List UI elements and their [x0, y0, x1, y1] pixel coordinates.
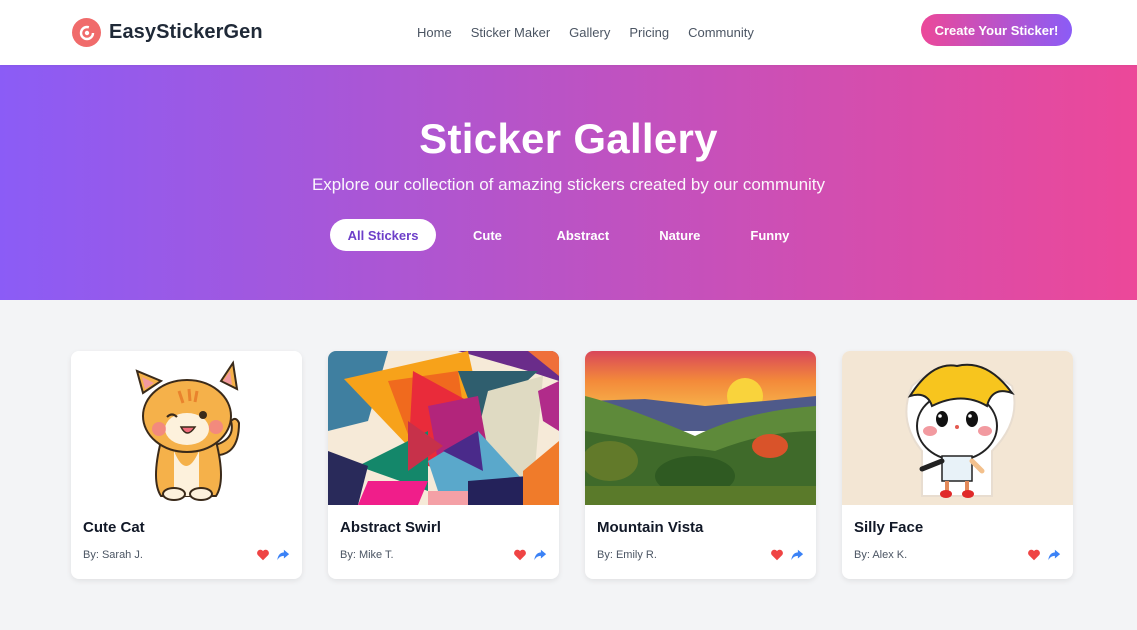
sticker-card[interactable]: Abstract Swirl By: Mike T. [328, 351, 559, 579]
sticker-logo-icon [72, 18, 101, 47]
card-author: By: Alex K. [854, 549, 908, 561]
cute-cat-image [71, 351, 302, 505]
main-nav: Home Sticker Maker Gallery Pricing Commu… [417, 25, 754, 40]
share-icon[interactable] [1047, 548, 1061, 562]
brand[interactable]: EasyStickerGen [72, 18, 263, 47]
heart-icon[interactable] [770, 548, 784, 562]
filter-all-stickers[interactable]: All Stickers [329, 219, 437, 251]
heart-icon[interactable] [513, 548, 527, 562]
abstract-swirl-image [328, 351, 559, 505]
card-title: Abstract Swirl [340, 519, 441, 536]
silly-face-image [842, 351, 1073, 505]
nav-home[interactable]: Home [417, 25, 452, 40]
nav-pricing[interactable]: Pricing [629, 25, 669, 40]
sticker-card[interactable]: Cute Cat By: Sarah J. [71, 351, 302, 579]
page-title: Sticker Gallery [419, 115, 718, 162]
filter-abstract[interactable]: Abstract [538, 219, 627, 251]
share-icon[interactable] [276, 548, 290, 562]
card-title: Mountain Vista [597, 519, 704, 536]
share-icon[interactable] [790, 548, 804, 562]
nav-sticker-maker[interactable]: Sticker Maker [471, 25, 550, 40]
page-subtitle: Explore our collection of amazing sticke… [311, 175, 826, 194]
card-title: Silly Face [854, 519, 924, 536]
sticker-card[interactable]: Silly Face By: Alex K. [842, 351, 1073, 579]
create-sticker-button[interactable]: Create Your Sticker! [921, 14, 1072, 46]
nav-gallery[interactable]: Gallery [569, 25, 610, 40]
card-author: By: Mike T. [340, 549, 394, 561]
nav-community[interactable]: Community [688, 25, 754, 40]
filter-nature[interactable]: Nature [641, 219, 718, 251]
sticker-card[interactable]: Mountain Vista By: Emily R. [585, 351, 816, 579]
navbar: EasyStickerGen Home Sticker Maker Galler… [0, 0, 1137, 65]
mountain-vista-image [585, 351, 816, 505]
filter-funny[interactable]: Funny [732, 219, 807, 251]
category-filters: All Stickers Cute Abstract Nature Funny [0, 219, 1137, 251]
brand-name: EasyStickerGen [109, 21, 263, 43]
card-title: Cute Cat [83, 519, 145, 536]
card-author: By: Emily R. [597, 549, 657, 561]
share-icon[interactable] [533, 548, 547, 562]
heart-icon[interactable] [1027, 548, 1041, 562]
card-author: By: Sarah J. [83, 549, 143, 561]
sticker-gallery: Cute Cat By: Sarah J. Abstract Swirl By:… [0, 300, 1137, 579]
filter-cute[interactable]: Cute [450, 219, 524, 251]
heart-icon[interactable] [256, 548, 270, 562]
hero-banner: Sticker Gallery Explore our collection o… [0, 65, 1137, 300]
